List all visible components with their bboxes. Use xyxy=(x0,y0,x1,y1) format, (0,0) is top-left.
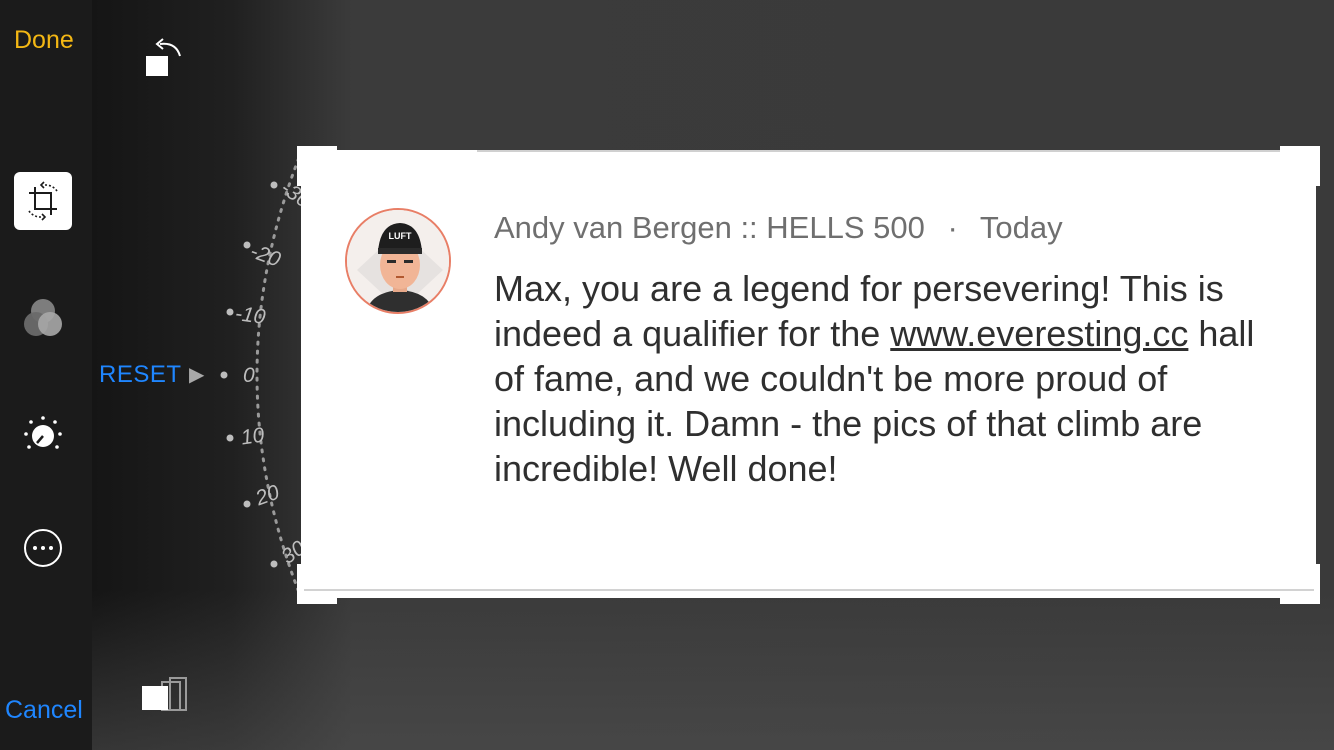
comment-link: www.everesting.cc xyxy=(890,313,1189,354)
adjust-dial-icon xyxy=(24,416,62,449)
crop-handle-top-left[interactable] xyxy=(297,146,337,152)
filters-icon xyxy=(24,299,62,336)
crop-handle-bottom-left-v[interactable] xyxy=(297,564,303,604)
done-button[interactable]: Done xyxy=(14,26,74,54)
dial-pointer-icon: ▶ xyxy=(189,364,205,386)
dial-label-zero: 0 xyxy=(243,364,255,387)
cyclist-avatar-icon: LUFT xyxy=(347,210,449,312)
meta-separator: · xyxy=(947,210,958,245)
avatar-cap-text: LUFT xyxy=(389,231,412,241)
aspect-ratio-button[interactable] xyxy=(140,676,190,714)
adjust-tool-button[interactable] xyxy=(14,405,72,463)
more-options-button[interactable] xyxy=(14,519,72,577)
aspect-ratio-icon xyxy=(142,677,187,711)
comment-meta: Andy van Bergen :: HELLS 500 · Today xyxy=(494,210,1063,246)
avatar: LUFT xyxy=(345,208,451,314)
crop-handle-top-right-v[interactable] xyxy=(1314,146,1320,186)
filters-tool-button[interactable] xyxy=(14,290,72,348)
crop-handle-bottom-left[interactable] xyxy=(297,598,337,604)
crop-handle-bottom-right-v[interactable] xyxy=(1314,564,1320,604)
dial-label-10: 10 xyxy=(239,423,266,450)
crop-handle-top-left-v[interactable] xyxy=(297,146,303,186)
comment-time: Today xyxy=(979,210,1063,245)
crop-rotate-icon xyxy=(28,181,58,221)
more-icon xyxy=(24,529,62,567)
rotate-left-icon xyxy=(146,38,181,76)
dial-label-neg10: -10 xyxy=(233,302,267,330)
image-top-border xyxy=(477,150,1280,152)
edit-sidebar: Done Cancel xyxy=(0,0,92,750)
cancel-button[interactable]: Cancel xyxy=(5,696,83,724)
image-bottom-border xyxy=(304,589,1314,591)
comment-author: Andy van Bergen :: HELLS 500 xyxy=(494,210,925,245)
rotate-button[interactable] xyxy=(140,34,188,80)
comment-body: Max, you are a legend for persevering! T… xyxy=(494,266,1284,491)
reset-button[interactable]: RESET xyxy=(99,362,182,388)
crop-rotate-tool-button[interactable] xyxy=(14,172,72,230)
